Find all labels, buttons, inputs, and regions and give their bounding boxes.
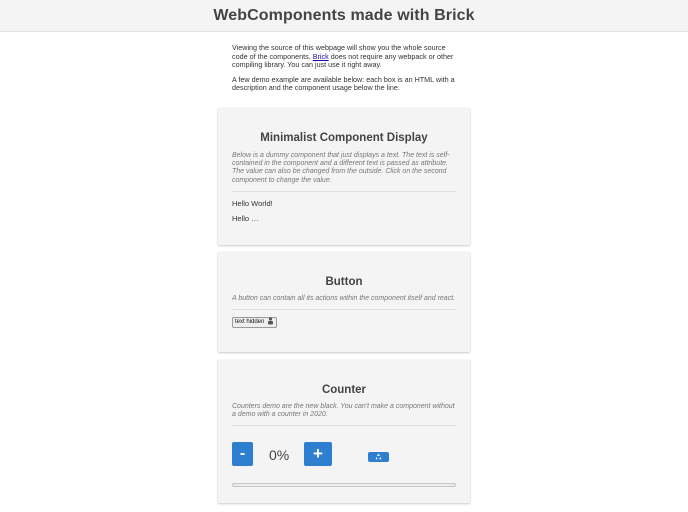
intro-paragraph-2: A few demo example are available below: … <box>232 74 455 93</box>
counter-card-description: Counters demo are the new black. You can… <box>232 403 455 419</box>
recycle-icon <box>375 453 382 462</box>
divider <box>232 190 456 192</box>
decrement-button[interactable]: - <box>232 442 253 467</box>
button-card-title: Button <box>325 276 363 288</box>
reset-button[interactable] <box>368 452 389 463</box>
display-card-title: Minimalist Component Display <box>260 132 428 144</box>
hello-display-2[interactable]: Hello … <box>232 214 456 223</box>
counter-card: Counter Counters demo are the new black.… <box>218 360 470 503</box>
display-card-description: Below is a dummy component that just dis… <box>232 152 450 184</box>
button-card-description: A button can contain all its actions wit… <box>232 295 456 302</box>
page-title: WebComponents made with Brick <box>213 6 475 24</box>
counter-progress-bar <box>232 483 456 487</box>
counter-card-title: Counter <box>321 384 367 396</box>
divider <box>232 425 456 427</box>
page-header: WebComponents made with Brick <box>0 0 688 32</box>
text-hidden-label: text hidden <box>235 319 265 326</box>
counter-value: 0% <box>269 447 290 464</box>
text-hidden-button[interactable]: text hidden <box>232 316 278 328</box>
intro-paragraph-1: Viewing the source of this webpage will … <box>232 43 454 70</box>
hello-display-1: Hello World! <box>232 198 273 208</box>
divider <box>232 309 456 311</box>
intro: Viewing the source of this webpage will … <box>232 43 460 99</box>
increment-button[interactable]: + <box>304 442 332 467</box>
user-icon <box>267 317 274 327</box>
button-card: Button A button can contain all its acti… <box>218 252 470 352</box>
display-card: Minimalist Component Display Below is a … <box>218 108 470 245</box>
counter-controls: - 0% + <box>232 440 456 480</box>
